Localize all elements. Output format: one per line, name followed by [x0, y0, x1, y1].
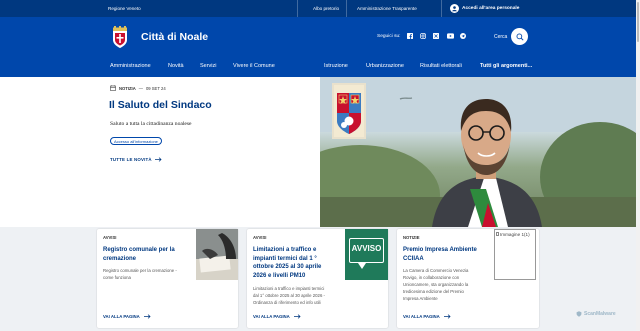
broken-image: Immagine 1(1)	[494, 229, 536, 280]
news-tag: NOTIZIA	[119, 85, 136, 91]
albo-pretorio-link[interactable]: Albo pretorio	[313, 6, 339, 11]
x-icon[interactable]	[432, 32, 440, 40]
login-label: Accedi all'area personale	[462, 6, 520, 11]
city-crest-logo[interactable]	[110, 25, 130, 49]
scrollbar-thumb[interactable]	[637, 2, 639, 42]
arrow-right-icon	[293, 314, 301, 319]
nav-urbanizzazione[interactable]: Urbanizzazione	[366, 63, 404, 69]
arrow-right-icon	[143, 314, 151, 319]
hero-subtitle: Saluto a tutta la cittadinanza noalese	[110, 121, 192, 127]
divider	[441, 0, 442, 17]
card-title: Limitazioni a traffico e impianti termic…	[253, 247, 322, 279]
arrow-right-icon	[443, 314, 451, 319]
all-news-label: TUTTE LE NOVITÀ	[110, 157, 152, 162]
topic-chip[interactable]: Accesso all'informazione	[110, 137, 162, 145]
card-title: Registro comunale per la cremazione	[103, 247, 175, 262]
card-limitazioni-traffico[interactable]: AVVISI AVVISO Limitazioni a traffico e i…	[247, 229, 388, 328]
card-thumbnail	[196, 229, 238, 280]
card-description: Registro comunale per la cremazione - co…	[103, 268, 177, 280]
card-title: Premio Impresa Ambiente CCIIAA	[403, 247, 477, 262]
region-link[interactable]: Regione Veneto	[108, 6, 141, 11]
nav-vivere-il-comune[interactable]: Vivere il Comune	[233, 63, 275, 69]
site-header: Città di Noale Seguici su: Cerca Amminis…	[0, 17, 640, 77]
divider	[297, 0, 298, 17]
card-more-link[interactable]: VAI ALLA PAGINA	[103, 314, 151, 319]
search-icon	[516, 33, 524, 41]
shield-icon	[576, 311, 582, 317]
nav-amministrazione[interactable]: Amministrazione	[110, 63, 151, 69]
amministrazione-trasparente-link[interactable]: Amministrazione Trasparente	[357, 6, 417, 11]
follow-label: Seguici su:	[377, 34, 401, 39]
search-button[interactable]	[511, 28, 528, 45]
arrow-right-icon	[154, 157, 162, 162]
nav-risultati-elettorali[interactable]: Risultati elettorali	[420, 63, 462, 69]
news-meta: NOTIZIA — 09 SET 24	[110, 85, 166, 91]
card-registro-cremazione[interactable]: AVVISI Registro comunale per la cremazio…	[97, 229, 238, 328]
youtube-icon[interactable]	[446, 32, 454, 40]
card-more-link[interactable]: VAI ALLA PAGINA	[253, 314, 301, 319]
watermark: ScanMalware	[576, 311, 616, 317]
divider	[346, 0, 347, 17]
top-bar: Regione Veneto Albo pretorio Amministraz…	[0, 0, 640, 17]
page-scrollbar[interactable]	[636, 0, 640, 331]
instagram-icon[interactable]	[419, 32, 427, 40]
meta-dash: —	[138, 85, 143, 91]
site-title[interactable]: Città di Noale	[141, 31, 208, 43]
login-button[interactable]: Accedi all'area personale	[450, 3, 519, 14]
mayor-photo	[320, 77, 636, 227]
all-news-link[interactable]: TUTTE LE NOVITÀ	[110, 157, 162, 162]
card-description: La Camera di Commercio Venezia Rovigo, i…	[403, 268, 469, 301]
avviso-image: AVVISO	[345, 229, 388, 280]
search-label: Cerca	[494, 34, 508, 40]
news-date: 09 SET 24	[145, 85, 166, 91]
card-description: Limitazioni a traffico e impianti termic…	[253, 286, 325, 305]
card-premio-impresa[interactable]: NOTIZIE Immagine 1(1) Premio Impresa Amb…	[397, 229, 539, 328]
nav-servizi[interactable]: Servizi	[200, 63, 217, 69]
nav-novita[interactable]: Novità	[168, 63, 184, 69]
nav-tutti-gli-argomenti[interactable]: Tutti gli argomenti...	[480, 63, 532, 69]
user-icon	[450, 4, 459, 13]
broken-image-icon	[496, 232, 499, 236]
card-more-link[interactable]: VAI ALLA PAGINA	[403, 314, 451, 319]
facebook-icon[interactable]	[406, 32, 414, 40]
card-category: AVVISI	[253, 235, 267, 240]
card-category: NOTIZIE	[403, 235, 420, 240]
telegram-icon[interactable]	[459, 32, 467, 40]
card-category: AVVISI	[103, 235, 117, 240]
nav-istruzione[interactable]: Istruzione	[324, 63, 348, 69]
hero-title[interactable]: Il Saluto del Sindaco	[109, 99, 212, 111]
calendar-icon	[110, 85, 116, 91]
